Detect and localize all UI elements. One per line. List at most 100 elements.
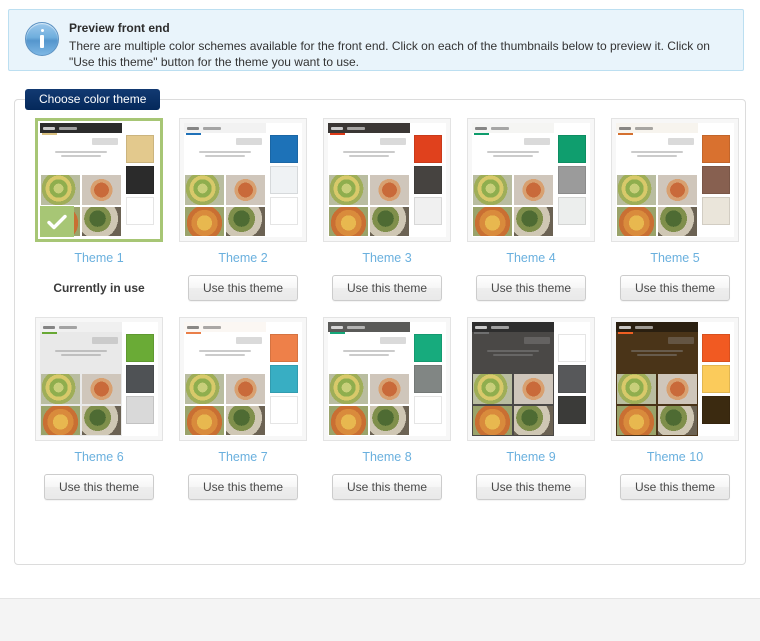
choose-color-theme-panel: Choose color theme Theme 1 Currently in u… — [14, 89, 747, 565]
preview-food-image — [473, 206, 512, 236]
preview-page — [616, 123, 698, 237]
theme-label-6[interactable]: Theme 6 — [74, 450, 123, 464]
color-swatches — [554, 322, 590, 436]
theme-label-3[interactable]: Theme 3 — [362, 251, 411, 265]
preview-food-image — [82, 374, 121, 404]
preview-header-bar — [40, 322, 122, 332]
preview-food-image — [185, 175, 224, 205]
color-swatch — [558, 135, 586, 163]
theme-action: Use this theme — [475, 474, 587, 500]
color-swatches — [122, 123, 158, 237]
use-this-theme-button-9[interactable]: Use this theme — [475, 474, 587, 500]
preview-text-line — [637, 354, 677, 356]
theme-grid: Theme 1 Currently in use Theme 2 Use this t… — [15, 118, 747, 516]
color-swatch — [126, 396, 154, 424]
preview-hero-title — [524, 138, 550, 145]
theme-cell: Theme 6 Use this theme — [27, 317, 171, 500]
use-this-theme-button-7[interactable]: Use this theme — [187, 474, 299, 500]
theme-thumbnail-4[interactable] — [467, 118, 595, 242]
use-this-theme-button-2[interactable]: Use this theme — [187, 275, 299, 301]
preview-food-image — [41, 405, 80, 435]
preview-header-bar — [328, 322, 410, 332]
theme-label-2[interactable]: Theme 2 — [218, 251, 267, 265]
preview-hero — [472, 332, 554, 374]
preview-menu-item — [331, 325, 343, 329]
preview-hero — [40, 332, 122, 374]
theme-preview — [472, 123, 590, 237]
preview-text-line — [493, 354, 533, 356]
color-swatch — [270, 396, 298, 424]
preview-image-grid — [616, 175, 698, 237]
theme-label-9[interactable]: Theme 9 — [506, 450, 555, 464]
preview-page — [328, 123, 410, 237]
theme-label-7[interactable]: Theme 7 — [218, 450, 267, 464]
theme-thumbnail-9[interactable] — [467, 317, 595, 441]
color-swatch — [126, 166, 154, 194]
color-swatch — [270, 135, 298, 163]
theme-cell: Theme 2 Use this theme — [171, 118, 315, 301]
theme-cell: Theme 8 Use this theme — [315, 317, 459, 500]
color-swatch — [126, 334, 154, 362]
color-swatch — [558, 334, 586, 362]
theme-thumbnail-10[interactable] — [611, 317, 739, 441]
preview-menu-item — [347, 126, 365, 130]
preview-food-image — [185, 405, 224, 435]
preview-hero — [184, 133, 266, 175]
preview-page — [472, 322, 554, 436]
notice-title: Preview front end — [69, 21, 170, 35]
theme-thumbnail-8[interactable] — [323, 317, 451, 441]
color-swatch — [414, 197, 442, 225]
theme-label-10[interactable]: Theme 10 — [647, 450, 703, 464]
preview-menu-item — [347, 325, 365, 329]
color-swatch — [702, 365, 730, 393]
use-this-theme-button-4[interactable]: Use this theme — [475, 275, 587, 301]
theme-label-4[interactable]: Theme 4 — [506, 251, 555, 265]
preview-hero — [328, 332, 410, 374]
preview-text-line — [54, 151, 108, 153]
preview-food-image — [329, 405, 368, 435]
use-this-theme-button-3[interactable]: Use this theme — [331, 275, 443, 301]
theme-thumbnail-2[interactable] — [179, 118, 307, 242]
preview-page — [184, 123, 266, 237]
use-this-theme-button-6[interactable]: Use this theme — [43, 474, 155, 500]
preview-text-line — [342, 151, 396, 153]
preview-text-line — [349, 354, 389, 356]
preview-food-image — [370, 175, 409, 205]
use-this-theme-button-5[interactable]: Use this theme — [619, 275, 731, 301]
preview-menu-item — [635, 126, 653, 130]
preview-menu-item — [43, 325, 55, 329]
notice-body: There are multiple color schemes availab… — [69, 38, 710, 70]
theme-preview — [328, 322, 446, 436]
notice-text: Preview front end There are multiple col… — [69, 19, 731, 71]
theme-thumbnail-3[interactable] — [323, 118, 451, 242]
preview-food-image — [82, 175, 121, 205]
theme-label-1[interactable]: Theme 1 — [74, 251, 123, 265]
preview-food-image — [82, 206, 121, 236]
theme-thumbnail-6[interactable] — [35, 317, 163, 441]
preview-food-image — [514, 175, 553, 205]
preview-image-grid — [40, 374, 122, 436]
use-this-theme-button-8[interactable]: Use this theme — [331, 474, 443, 500]
preview-page — [184, 322, 266, 436]
theme-label-8[interactable]: Theme 8 — [362, 450, 411, 464]
use-this-theme-button-10[interactable]: Use this theme — [619, 474, 731, 500]
theme-thumbnail-7[interactable] — [179, 317, 307, 441]
preview-food-image — [658, 175, 697, 205]
theme-action: Use this theme — [475, 275, 587, 301]
theme-preview — [616, 322, 734, 436]
color-swatch — [702, 396, 730, 424]
preview-hero — [328, 133, 410, 175]
preview-text-line — [630, 350, 684, 352]
preview-hero-title — [236, 138, 262, 145]
theme-thumbnail-5[interactable] — [611, 118, 739, 242]
preview-header-bar — [184, 322, 266, 332]
theme-thumbnail-1[interactable] — [35, 118, 163, 242]
theme-label-5[interactable]: Theme 5 — [650, 251, 699, 265]
preview-header-bar — [184, 123, 266, 133]
color-swatches — [698, 322, 734, 436]
preview-header-bar — [472, 322, 554, 332]
preview-hero — [616, 133, 698, 175]
color-swatches — [410, 123, 446, 237]
preview-food-image — [473, 405, 512, 435]
preview-food-image — [226, 206, 265, 236]
